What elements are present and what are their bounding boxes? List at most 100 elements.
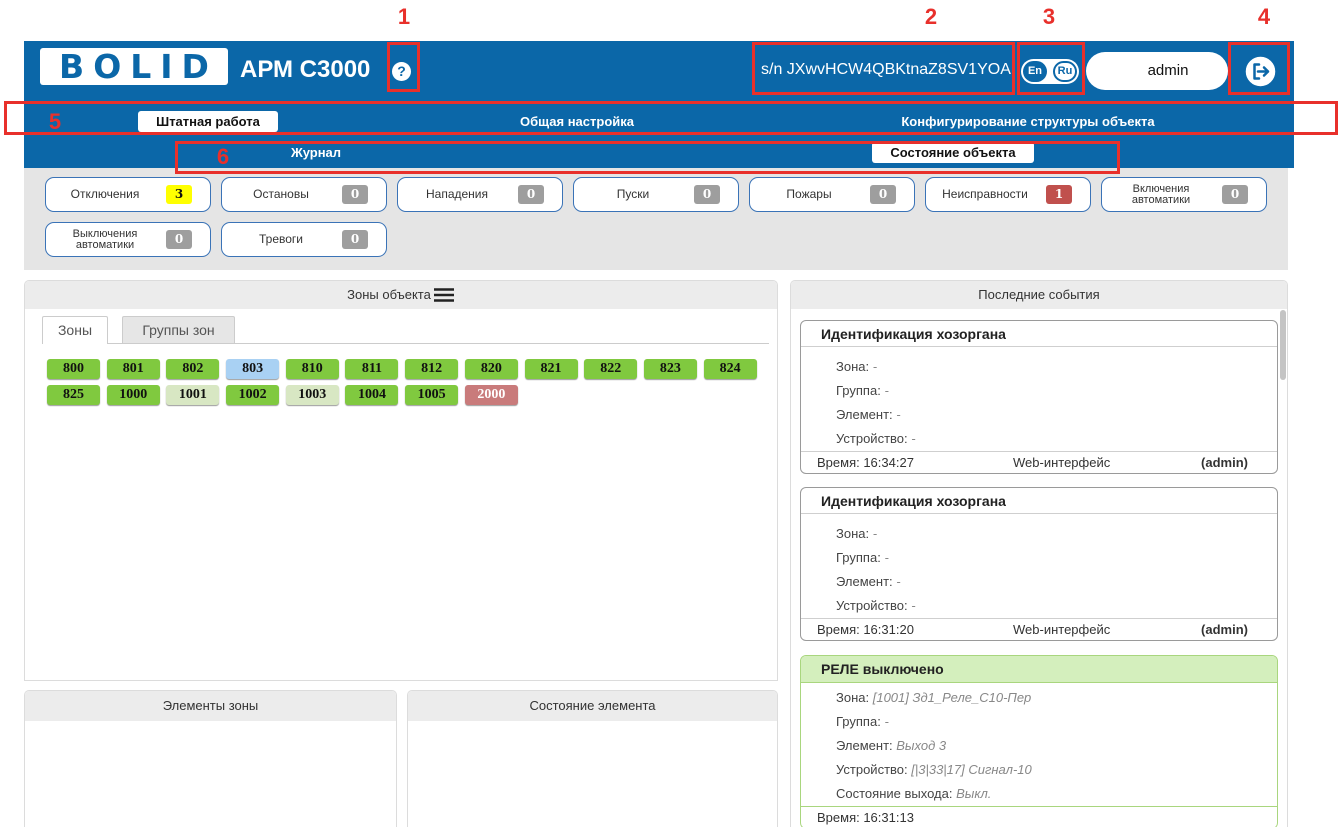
- annotation-marker-1: 1: [397, 4, 411, 29]
- counter-label: Остановы: [253, 187, 309, 201]
- field-value: -: [896, 574, 901, 589]
- tab-zones[interactable]: Зоны: [42, 316, 108, 344]
- zone-button[interactable]: 1004: [345, 385, 399, 405]
- field-label: Группа:: [836, 714, 881, 729]
- event-field: Элемент: Выход 3: [836, 734, 1277, 758]
- field-label: Зона:: [836, 526, 870, 541]
- field-value: -: [872, 526, 878, 541]
- counter-label: Пожары: [786, 187, 832, 201]
- counter-alarms[interactable]: Тревоги 0: [221, 222, 387, 257]
- field-value: -: [884, 550, 889, 565]
- counter-badge: 0: [1222, 185, 1248, 204]
- event-card: Идентификация хозоргана Зона: - Группа: …: [800, 487, 1278, 641]
- counter-badge: 0: [870, 185, 896, 204]
- zone-button[interactable]: 1001: [166, 385, 220, 405]
- counter-attacks[interactable]: Нападения 0: [397, 177, 563, 212]
- field-label: Состояние выхода:: [836, 786, 953, 801]
- app-title: АРМ С3000: [240, 56, 371, 83]
- field-value: -: [884, 714, 889, 729]
- event-footer: Время: 16:34:27 Web-интерфейс (admin): [801, 451, 1277, 473]
- field-value: -: [872, 359, 878, 374]
- counter-badge: 0: [694, 185, 720, 204]
- zones-panel-header: Зоны объекта: [25, 281, 777, 309]
- field-label: Группа:: [836, 550, 881, 565]
- field-value: [|3|33|17] Сигнал-10: [911, 762, 1032, 777]
- hamburger-menu-icon[interactable]: [433, 287, 455, 303]
- event-field: Состояние выхода: Выкл.: [836, 782, 1277, 806]
- event-field: Зона: [1001] Зд1_Реле_С10-Пер: [836, 686, 1277, 710]
- counter-stops[interactable]: Остановы 0: [221, 177, 387, 212]
- element-state-header: Состояние элемента: [408, 691, 777, 721]
- annotation-box-3: [1017, 42, 1085, 95]
- annotation-box-2: [752, 42, 1015, 95]
- events-scrollbar[interactable]: [1280, 310, 1286, 380]
- zone-button[interactable]: 1002: [226, 385, 280, 405]
- event-source: Web-интерфейс: [1013, 622, 1111, 637]
- field-label: Элемент:: [836, 738, 893, 753]
- counter-label: Пуски: [616, 187, 650, 201]
- zone-button[interactable]: 800: [47, 359, 100, 379]
- zone-button[interactable]: 1003: [285, 385, 339, 405]
- counter-badge: 1: [1046, 185, 1072, 204]
- zone-button[interactable]: 822: [584, 359, 638, 379]
- event-field: Группа: -: [836, 379, 1277, 403]
- event-field: Устройство: [|3|33|17] Сигнал-10: [836, 758, 1277, 782]
- event-body: Зона: - Группа: - Элемент: - Устройство:…: [801, 347, 1277, 451]
- zone-elements-header: Элементы зоны: [25, 691, 396, 721]
- field-value: -: [911, 431, 916, 446]
- zone-button[interactable]: 2000: [464, 385, 518, 405]
- annotation-box-4: [1228, 42, 1290, 95]
- zone-button[interactable]: 810: [285, 359, 339, 379]
- zone-button[interactable]: 802: [166, 359, 220, 379]
- zone-elements-title: Элементы зоны: [162, 698, 259, 713]
- event-field: Элемент: -: [836, 403, 1277, 427]
- event-time: Время: 16:34:27: [817, 455, 914, 470]
- zone-button[interactable]: 823: [643, 359, 697, 379]
- event-title: Идентификация хозоргана: [801, 321, 1277, 347]
- zone-button[interactable]: 1005: [405, 385, 459, 405]
- counter-label: Тревоги: [259, 232, 303, 246]
- event-footer: Время: 16:31:20 Web-интерфейс (admin): [801, 618, 1277, 640]
- field-value: Выкл.: [956, 786, 992, 801]
- zone-button[interactable]: 825: [47, 385, 100, 405]
- event-field: Зона: -: [836, 522, 1277, 546]
- tab-divider: [42, 343, 769, 344]
- field-label: Зона:: [836, 690, 870, 705]
- counter-disconnections[interactable]: Отключения 3: [45, 177, 211, 212]
- tab-zone-groups[interactable]: Группы зон: [122, 316, 235, 344]
- recent-events-header: Последние события: [791, 281, 1287, 309]
- field-value: [1001] Зд1_Реле_С10-Пер: [872, 690, 1032, 705]
- zone-button[interactable]: 820: [464, 359, 518, 379]
- field-value: Выход 3: [896, 738, 947, 753]
- zone-button[interactable]: 824: [703, 359, 757, 379]
- event-user: (admin): [1201, 455, 1248, 470]
- counter-automation-on[interactable]: Включения автоматики 0: [1101, 177, 1267, 212]
- zone-button[interactable]: 811: [345, 359, 399, 379]
- zone-button[interactable]: 812: [405, 359, 459, 379]
- counter-starts[interactable]: Пуски 0: [573, 177, 739, 212]
- annotation-marker-3: 3: [1042, 4, 1056, 29]
- counter-automation-off[interactable]: Выключения автоматики 0: [45, 222, 211, 257]
- field-value: -: [911, 598, 916, 613]
- event-field: Группа: -: [836, 710, 1277, 734]
- counter-label: Нападения: [425, 187, 488, 201]
- annotation-marker-5: 5: [48, 109, 62, 134]
- field-value: -: [896, 407, 901, 422]
- event-footer: Время: 16:31:13: [801, 806, 1277, 827]
- element-state-title: Состояние элемента: [529, 698, 656, 713]
- zone-button[interactable]: 1000: [106, 385, 160, 405]
- counter-fires[interactable]: Пожары 0: [749, 177, 915, 212]
- annotation-marker-2: 2: [924, 4, 938, 29]
- counter-badge: 3: [166, 185, 192, 204]
- event-title: РЕЛЕ выключено: [801, 656, 1277, 683]
- annotation-box-1: [387, 42, 420, 92]
- event-field: Группа: -: [836, 546, 1277, 570]
- zone-button[interactable]: 821: [524, 359, 578, 379]
- counter-faults[interactable]: Неисправности 1: [925, 177, 1091, 212]
- field-label: Зона:: [836, 359, 870, 374]
- zone-grid: 800 801 802 803 810 811 812 820 821 822 …: [47, 359, 759, 405]
- zones-panel-title: Зоны объекта: [347, 287, 431, 302]
- zone-button[interactable]: 801: [106, 359, 160, 379]
- counter-label: Выключения автоматики: [72, 227, 138, 251]
- zone-button[interactable]: 803: [226, 359, 280, 379]
